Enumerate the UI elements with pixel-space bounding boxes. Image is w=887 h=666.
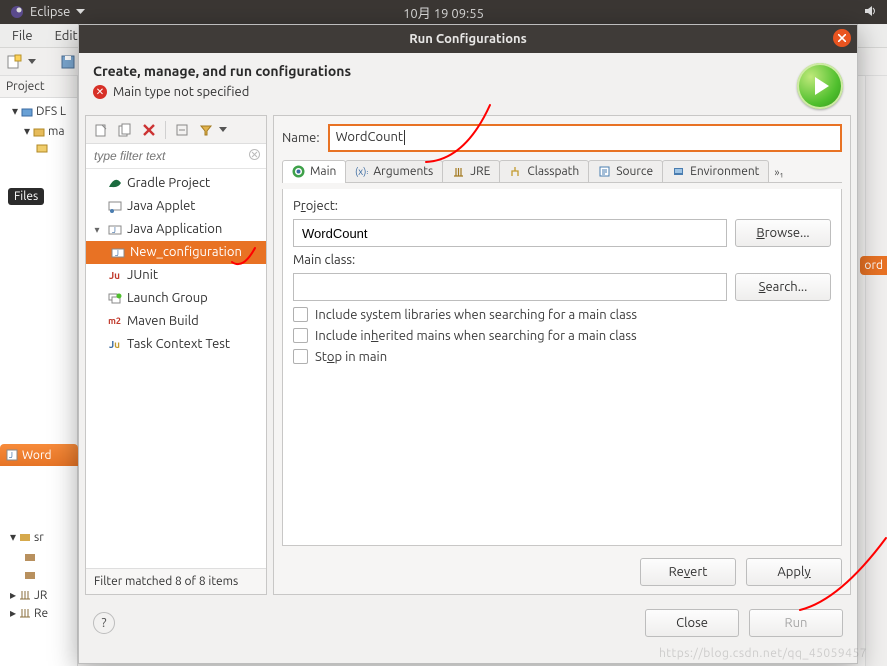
filter-button[interactable] — [195, 119, 217, 141]
tab-jre[interactable]: JRE — [442, 160, 500, 182]
arguments-tab-icon: (x)= — [355, 165, 368, 178]
tree-item-java-application[interactable]: ▾JJava Application — [86, 218, 266, 241]
peek-tab-word[interactable]: ord — [860, 256, 887, 275]
dialog-titlebar[interactable]: Run Configurations — [79, 25, 857, 53]
java-file-icon: J — [6, 449, 18, 461]
chk-include-inherited[interactable]: Include inherited mains when searching f… — [293, 328, 831, 343]
run-button[interactable]: Run — [749, 609, 843, 637]
chk-stop-in-main[interactable]: Stop in main — [293, 349, 831, 364]
project-tree[interactable]: ▾ DFS L ▾ ma — [0, 98, 77, 158]
name-row: Name: WordCount — [282, 124, 842, 152]
editor-tab-word[interactable]: J Word — [0, 444, 78, 466]
clear-filter-icon[interactable] — [249, 149, 260, 163]
collapse-all-button[interactable] — [171, 119, 193, 141]
tree-item-junit[interactable]: JuJUnit — [86, 264, 266, 287]
volume-icon[interactable] — [863, 4, 877, 21]
tree-item-gradle[interactable]: Gradle Project — [86, 172, 266, 195]
filter-box[interactable] — [86, 144, 266, 169]
jre-tab-icon — [452, 165, 465, 178]
error-icon: ✕ — [93, 85, 107, 99]
dialog-heading: Create, manage, and run configurations — [93, 63, 797, 79]
chk-include-system-libs[interactable]: Include system libraries when searching … — [293, 307, 831, 322]
run-icon — [797, 63, 843, 109]
close-button-footer[interactable]: Close — [645, 609, 739, 637]
new-icon[interactable] — [6, 54, 22, 70]
environment-tab-icon — [672, 165, 685, 178]
dialog-title: Run Configurations — [409, 32, 527, 46]
svg-text:(x)=: (x)= — [355, 166, 368, 177]
app-menu[interactable]: Eclipse — [10, 5, 85, 19]
filter-input[interactable] — [86, 144, 266, 168]
close-button[interactable] — [833, 29, 851, 47]
tree-item-task-context[interactable]: JuTask Context Test — [86, 333, 266, 356]
new-config-button[interactable] — [90, 119, 112, 141]
tree-item-src[interactable]: ▾ sr — [10, 528, 44, 546]
main-tab-body: Project: Browse... Main class: Search...… — [282, 189, 842, 546]
save-icon[interactable] — [60, 54, 76, 70]
tree-item-new-configuration[interactable]: JNew_configuration — [86, 241, 266, 264]
duplicate-config-button[interactable] — [114, 119, 136, 141]
tree-item-pkg1[interactable] — [24, 548, 36, 566]
tab-source[interactable]: Source — [588, 160, 663, 182]
error-message: ✕ Main type not specified — [93, 85, 797, 99]
tab-main[interactable]: Main — [282, 160, 346, 182]
tree-item-pkg2[interactable] — [24, 566, 36, 584]
svg-text:J: J — [115, 249, 119, 258]
config-editor-panel: Name: WordCount Main (x)= Arguments JRE — [273, 115, 851, 595]
delete-config-button[interactable] — [138, 119, 160, 141]
tree-item-ref[interactable]: ▸ Re — [10, 606, 48, 620]
svg-text:J: J — [9, 451, 13, 460]
config-tree[interactable]: Gradle Project Java Applet ▾JJava Applic… — [86, 169, 266, 568]
classpath-tab-icon — [509, 165, 522, 178]
tab-classpath[interactable]: Classpath — [499, 160, 589, 182]
project-label: Project: — [293, 199, 831, 213]
error-text: Main type not specified — [113, 85, 249, 99]
filter-status: Filter matched 8 of 8 items — [86, 568, 266, 594]
dialog-header: Create, manage, and run configurations ✕… — [79, 53, 857, 115]
browse-button[interactable]: Browse... — [735, 219, 831, 247]
tree-item-launch-group[interactable]: Launch Group — [86, 287, 266, 310]
menu-file[interactable]: File — [6, 27, 39, 45]
files-tooltip: Files — [8, 188, 44, 205]
dropdown-icon[interactable] — [28, 59, 36, 65]
checkbox-icon — [293, 307, 308, 322]
name-label: Name: — [282, 131, 320, 145]
config-tabs: Main (x)= Arguments JRE Classpath Source — [282, 160, 842, 183]
project-explorer: Project ▾ DFS L ▾ ma — [0, 76, 78, 666]
tab-overflow[interactable]: »₁ — [768, 164, 789, 182]
eclipse-icon — [10, 5, 24, 19]
main-tab-icon — [292, 165, 305, 178]
help-button[interactable]: ? — [93, 612, 115, 634]
checkbox-icon — [293, 349, 308, 364]
dropdown-icon[interactable] — [219, 127, 227, 133]
search-button[interactable]: Search... — [735, 273, 831, 301]
dialog-footer: ? Close Run — [79, 595, 857, 651]
project-explorer-header: Project — [0, 76, 77, 98]
main-class-input[interactable] — [293, 273, 727, 301]
tree-item-jre[interactable]: ▸ JR — [10, 588, 47, 602]
name-input[interactable]: WordCount — [328, 124, 842, 152]
tree-item-maven-build[interactable]: m2Maven Build — [86, 310, 266, 333]
apply-button[interactable]: Apply — [746, 558, 842, 586]
revert-button[interactable]: Revert — [640, 558, 736, 586]
right-gutter — [865, 76, 887, 666]
tab-environment[interactable]: Environment — [662, 160, 769, 182]
app-name: Eclipse — [30, 5, 70, 19]
os-top-bar: Eclipse 10月 19 09:55 — [0, 0, 887, 24]
config-tree-panel: Gradle Project Java Applet ▾JJava Applic… — [85, 115, 267, 595]
watermark: https://blog.csdn.net/qq_45059457 — [659, 647, 867, 660]
project-input[interactable] — [293, 219, 727, 247]
svg-text:J: J — [112, 226, 116, 235]
chevron-down-icon — [76, 9, 85, 15]
main-class-label: Main class: — [293, 253, 831, 267]
tab-arguments[interactable]: (x)= Arguments — [345, 160, 443, 182]
source-tab-icon — [598, 165, 611, 178]
checkbox-icon — [293, 328, 308, 343]
clock: 10月 19 09:55 — [403, 3, 484, 22]
tree-item-java-applet[interactable]: Java Applet — [86, 195, 266, 218]
run-configurations-dialog: Run Configurations Create, manage, and r… — [78, 24, 858, 664]
tree-toolbar — [86, 116, 266, 144]
